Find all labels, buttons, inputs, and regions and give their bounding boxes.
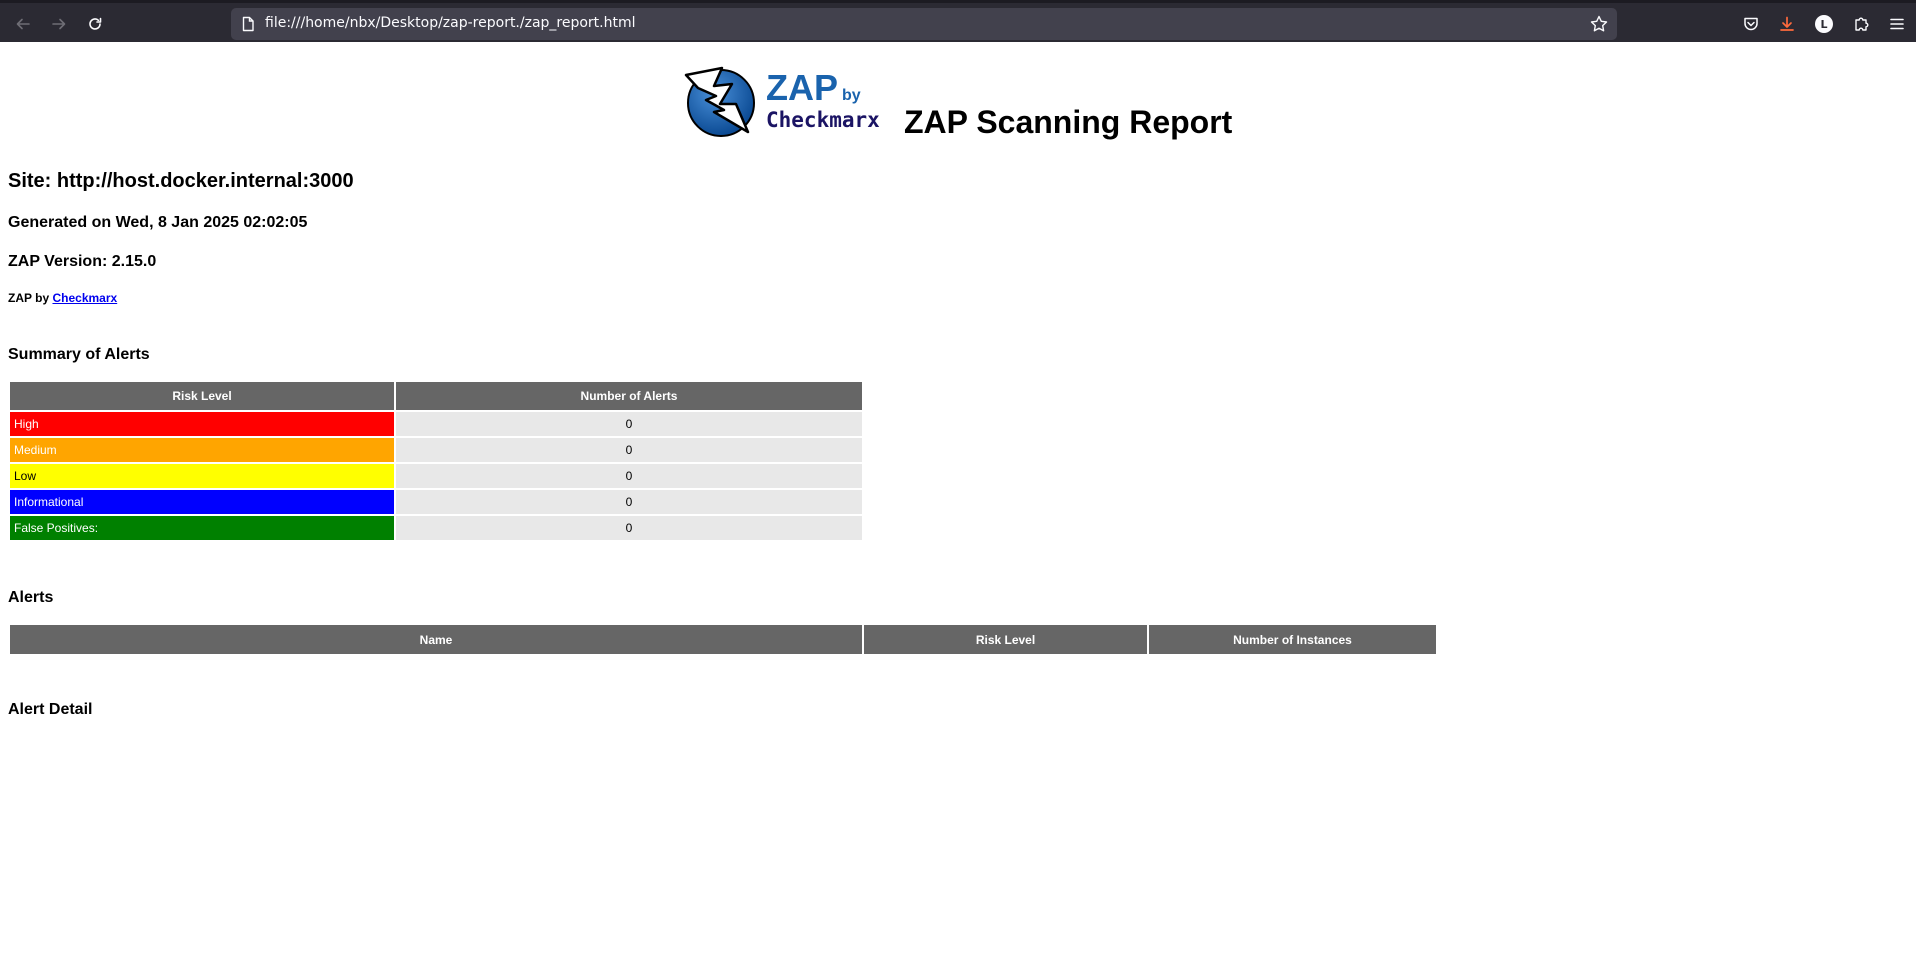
count-medium: 0: [396, 438, 862, 462]
download-icon[interactable]: [1778, 15, 1796, 33]
url-text[interactable]: file:///home/nbx/Desktop/zap-report./zap…: [265, 15, 636, 31]
alert-instances-header: Number of Instances: [1149, 625, 1436, 654]
reload-icon: [89, 17, 102, 30]
browser-toolbar: file:///home/nbx/Desktop/zap-report./zap…: [0, 0, 1916, 42]
site-heading: Site: http://host.docker.internal:3000: [8, 170, 354, 192]
risk-informational: Informational: [10, 490, 394, 514]
zap-byline: ZAP by Checkmarx: [8, 291, 117, 305]
alerts-table: Name Risk Level Number of Instances: [8, 623, 1438, 656]
summary-row-high: High 0: [10, 412, 862, 436]
checkmarx-link[interactable]: Checkmarx: [52, 291, 117, 305]
count-false-positives: 0: [396, 516, 862, 540]
alert-risk-level-header: Risk Level: [864, 625, 1147, 654]
address-bar[interactable]: file:///home/nbx/Desktop/zap-report./zap…: [231, 8, 1617, 40]
logo-brand: Checkmarx: [766, 108, 880, 132]
alert-detail-heading: Alert Detail: [8, 701, 93, 718]
generated-timestamp: Generated on Wed, 8 Jan 2025 02:02:05: [8, 214, 308, 231]
arrow-left-icon: [16, 18, 30, 30]
logo-wordmark: ZAP: [766, 67, 838, 108]
count-low: 0: [396, 464, 862, 488]
risk-high: High: [10, 412, 394, 436]
account-avatar[interactable]: L: [1815, 15, 1833, 33]
back-button[interactable]: [11, 12, 35, 36]
summary-table: Risk Level Number of Alerts High 0 Mediu…: [8, 380, 864, 542]
zap-checkmarx-logo: ZAP by Checkmarx: [684, 64, 900, 144]
number-of-alerts-header: Number of Alerts: [396, 382, 862, 410]
risk-false-positives: False Positives:: [10, 516, 394, 540]
page-icon: [242, 16, 254, 32]
summary-row-low: Low 0: [10, 464, 862, 488]
summary-header-row: Risk Level Number of Alerts: [10, 382, 862, 410]
logo-by: by: [842, 87, 861, 104]
summary-row-false-positives: False Positives: 0: [10, 516, 862, 540]
alert-name-header: Name: [10, 625, 862, 654]
zap-version: ZAP Version: 2.15.0: [8, 253, 157, 270]
account-initial: L: [1820, 17, 1828, 31]
summary-row-informational: Informational 0: [10, 490, 862, 514]
reload-button[interactable]: [83, 12, 107, 36]
extensions-puzzle-icon[interactable]: [1852, 15, 1870, 33]
pocket-icon[interactable]: [1742, 15, 1760, 33]
summary-row-medium: Medium 0: [10, 438, 862, 462]
alerts-heading: Alerts: [8, 589, 54, 606]
alerts-header-row: Name Risk Level Number of Instances: [10, 625, 1436, 654]
byline-prefix: ZAP by: [8, 291, 50, 305]
summary-heading: Summary of Alerts: [8, 346, 150, 363]
risk-low: Low: [10, 464, 394, 488]
bookmark-star-icon[interactable]: [1589, 14, 1609, 34]
menu-hamburger-icon[interactable]: [1888, 15, 1906, 33]
arrow-right-icon: [52, 18, 66, 30]
report-page: ZAP by Checkmarx ZAP Scanning Report Sit…: [0, 42, 1916, 959]
report-header: ZAP by Checkmarx ZAP Scanning Report: [684, 64, 1232, 144]
risk-medium: Medium: [10, 438, 394, 462]
risk-level-header: Risk Level: [10, 382, 394, 410]
count-high: 0: [396, 412, 862, 436]
forward-button[interactable]: [47, 12, 71, 36]
count-informational: 0: [396, 490, 862, 514]
report-title: ZAP Scanning Report: [904, 104, 1233, 140]
